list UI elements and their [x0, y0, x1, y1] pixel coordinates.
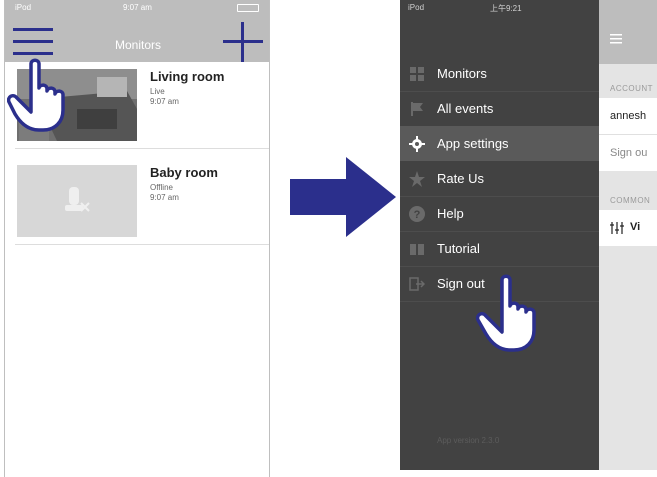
video-settings-row[interactable]: Vi — [599, 210, 657, 246]
camera-name: Living room — [150, 69, 225, 84]
status-carrier: iPod — [408, 3, 425, 12]
section-header-account: ACCOUNT — [610, 84, 654, 93]
menu-label: App settings — [437, 136, 509, 151]
sliders-icon — [610, 222, 624, 234]
hamburger-menu-icon[interactable] — [610, 34, 622, 44]
status-carrier: iPod — [15, 3, 32, 12]
svg-text:?: ? — [414, 209, 421, 221]
help-icon: ? — [409, 206, 425, 222]
settings-page-peek: ACCOUNT annesh Sign ou COMMON Vi — [599, 0, 657, 470]
camera-thumbnail — [17, 165, 137, 237]
status-time: 9:07 am — [123, 3, 152, 12]
camera-status: Live — [150, 87, 165, 96]
menu-item-monitors[interactable]: Monitors — [400, 56, 599, 91]
section-header-common: COMMON — [610, 196, 651, 205]
battery-icon — [237, 4, 259, 12]
star-icon — [409, 171, 425, 187]
camera-name: Baby room — [150, 165, 218, 180]
menu-label: Tutorial — [437, 241, 480, 256]
menu-item-all-events[interactable]: All events — [400, 91, 599, 126]
menu-label: Rate Us — [437, 171, 484, 186]
hand-pointer-icon — [6, 58, 87, 141]
camera-status: Offline — [150, 183, 173, 192]
settings-drawer-screen: iPod 上午9:21 Monitors All events App sett… — [400, 0, 657, 470]
camera-time: 9:07 am — [150, 97, 179, 106]
status-time: 上午9:21 — [490, 4, 522, 13]
gear-icon — [409, 136, 425, 152]
sign-out-row[interactable]: Sign ou — [599, 135, 657, 171]
menu-item-tutorial[interactable]: Tutorial — [400, 231, 599, 266]
sign-out-icon — [409, 277, 425, 291]
app-version: App version 2.3.0 — [437, 436, 500, 445]
hand-pointer-icon — [468, 274, 548, 363]
menu-label: All events — [437, 101, 494, 116]
grid-icon — [410, 67, 424, 81]
menu-label: Monitors — [437, 66, 487, 81]
arrow-right-icon — [290, 157, 396, 242]
video-settings-label: Vi — [630, 221, 641, 233]
camera-list-item[interactable]: Baby room Offline 9:07 am — [15, 158, 269, 245]
account-user: annesh — [610, 110, 647, 122]
side-menu: iPod 上午9:21 Monitors All events App sett… — [400, 0, 599, 470]
account-user-row[interactable]: annesh — [599, 98, 657, 135]
camera-time: 9:07 am — [150, 193, 179, 202]
flag-icon — [411, 102, 423, 116]
add-monitor-icon[interactable] — [223, 22, 263, 62]
menu-item-app-settings[interactable]: App settings — [400, 126, 599, 161]
monitors-screen: iPod 9:07 am Monitors Living room Live 9… — [4, 0, 270, 477]
menu-label: Help — [437, 206, 464, 221]
menu-item-rate-us[interactable]: Rate Us — [400, 161, 599, 196]
sign-out-label: Sign ou — [610, 147, 648, 159]
nav-bar — [599, 0, 657, 64]
book-icon — [410, 244, 424, 255]
menu-item-help[interactable]: ? Help — [400, 196, 599, 231]
